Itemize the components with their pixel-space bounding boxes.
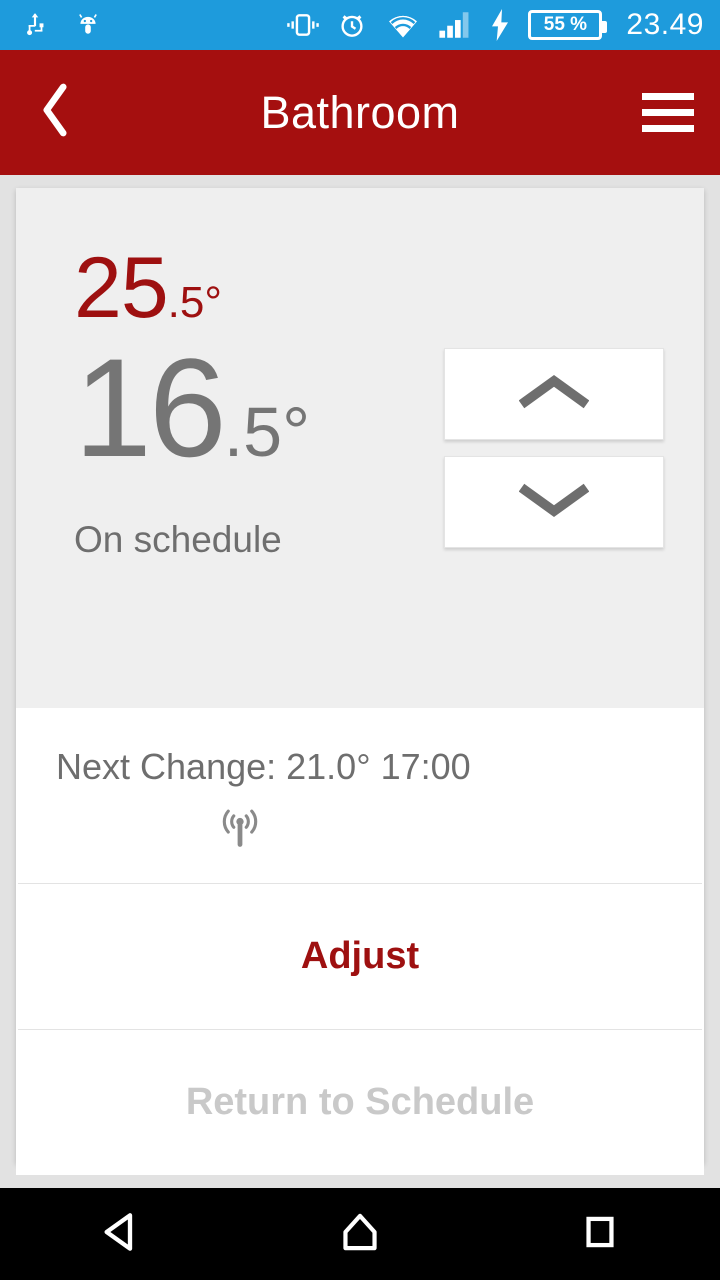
alarm-icon bbox=[336, 10, 368, 40]
cellular-signal-icon bbox=[438, 10, 472, 40]
triangle-back-icon bbox=[100, 1210, 140, 1259]
status-bar: 55 % 23.49 bbox=[0, 0, 720, 50]
thermostat-card: 25.5° 16.5° On schedule Next Change: 21.… bbox=[16, 188, 704, 1175]
status-bar-left-icons bbox=[22, 10, 102, 40]
nav-back-button[interactable] bbox=[60, 1210, 180, 1259]
vibrate-icon bbox=[286, 10, 320, 40]
current-temperature-fraction: .5° bbox=[167, 278, 222, 327]
increase-temperature-button[interactable] bbox=[444, 348, 664, 440]
chevron-left-icon bbox=[38, 82, 72, 143]
battery-level-label: 55 % bbox=[543, 14, 588, 35]
back-button[interactable] bbox=[0, 82, 110, 143]
current-temperature-whole: 25 bbox=[74, 240, 169, 336]
wifi-icon bbox=[384, 10, 422, 40]
temperature-stepper bbox=[444, 348, 664, 548]
charging-bolt-icon bbox=[488, 9, 512, 41]
nav-home-button[interactable] bbox=[300, 1210, 420, 1259]
home-icon bbox=[339, 1210, 381, 1259]
android-debug-icon bbox=[74, 10, 102, 40]
chevron-down-icon bbox=[518, 480, 590, 525]
return-to-schedule-button[interactable]: Return to Schedule bbox=[16, 1030, 704, 1175]
adjust-button[interactable]: Adjust bbox=[16, 884, 704, 1029]
nav-recents-button[interactable] bbox=[540, 1210, 660, 1259]
phone-screen: 55 % 23.49 Bathroom 25.5° 16.5° On sched… bbox=[0, 0, 720, 1280]
target-temperature-fraction: .5° bbox=[223, 393, 311, 472]
menu-button[interactable] bbox=[615, 50, 720, 175]
hamburger-menu-icon bbox=[641, 93, 694, 100]
temperature-panel: 25.5° 16.5° On schedule bbox=[16, 188, 704, 708]
adjust-button-label: Adjust bbox=[300, 935, 420, 977]
current-temperature: 25.5° bbox=[74, 245, 704, 331]
square-recents-icon bbox=[582, 1210, 618, 1259]
next-change-section: Next Change: 21.0° 17:00 bbox=[16, 708, 704, 883]
chevron-up-icon bbox=[518, 372, 590, 417]
app-bar: Bathroom bbox=[0, 50, 720, 175]
usb-icon bbox=[22, 10, 48, 40]
android-navigation-bar bbox=[0, 1188, 720, 1280]
next-change-label: Next Change: 21.0° 17:00 bbox=[56, 746, 471, 787]
clock-time: 23.49 bbox=[626, 8, 704, 41]
broadcast-antenna-icon bbox=[0, 806, 704, 850]
hamburger-bar-2 bbox=[641, 125, 694, 132]
hamburger-bar-1 bbox=[641, 109, 694, 116]
status-bar-right-icons: 55 % 23.49 bbox=[286, 8, 704, 42]
return-to-schedule-button-label: Return to Schedule bbox=[185, 1081, 535, 1123]
target-temperature-whole: 16 bbox=[74, 329, 227, 487]
battery-indicator: 55 % bbox=[528, 10, 608, 40]
decrease-temperature-button[interactable] bbox=[444, 456, 664, 548]
